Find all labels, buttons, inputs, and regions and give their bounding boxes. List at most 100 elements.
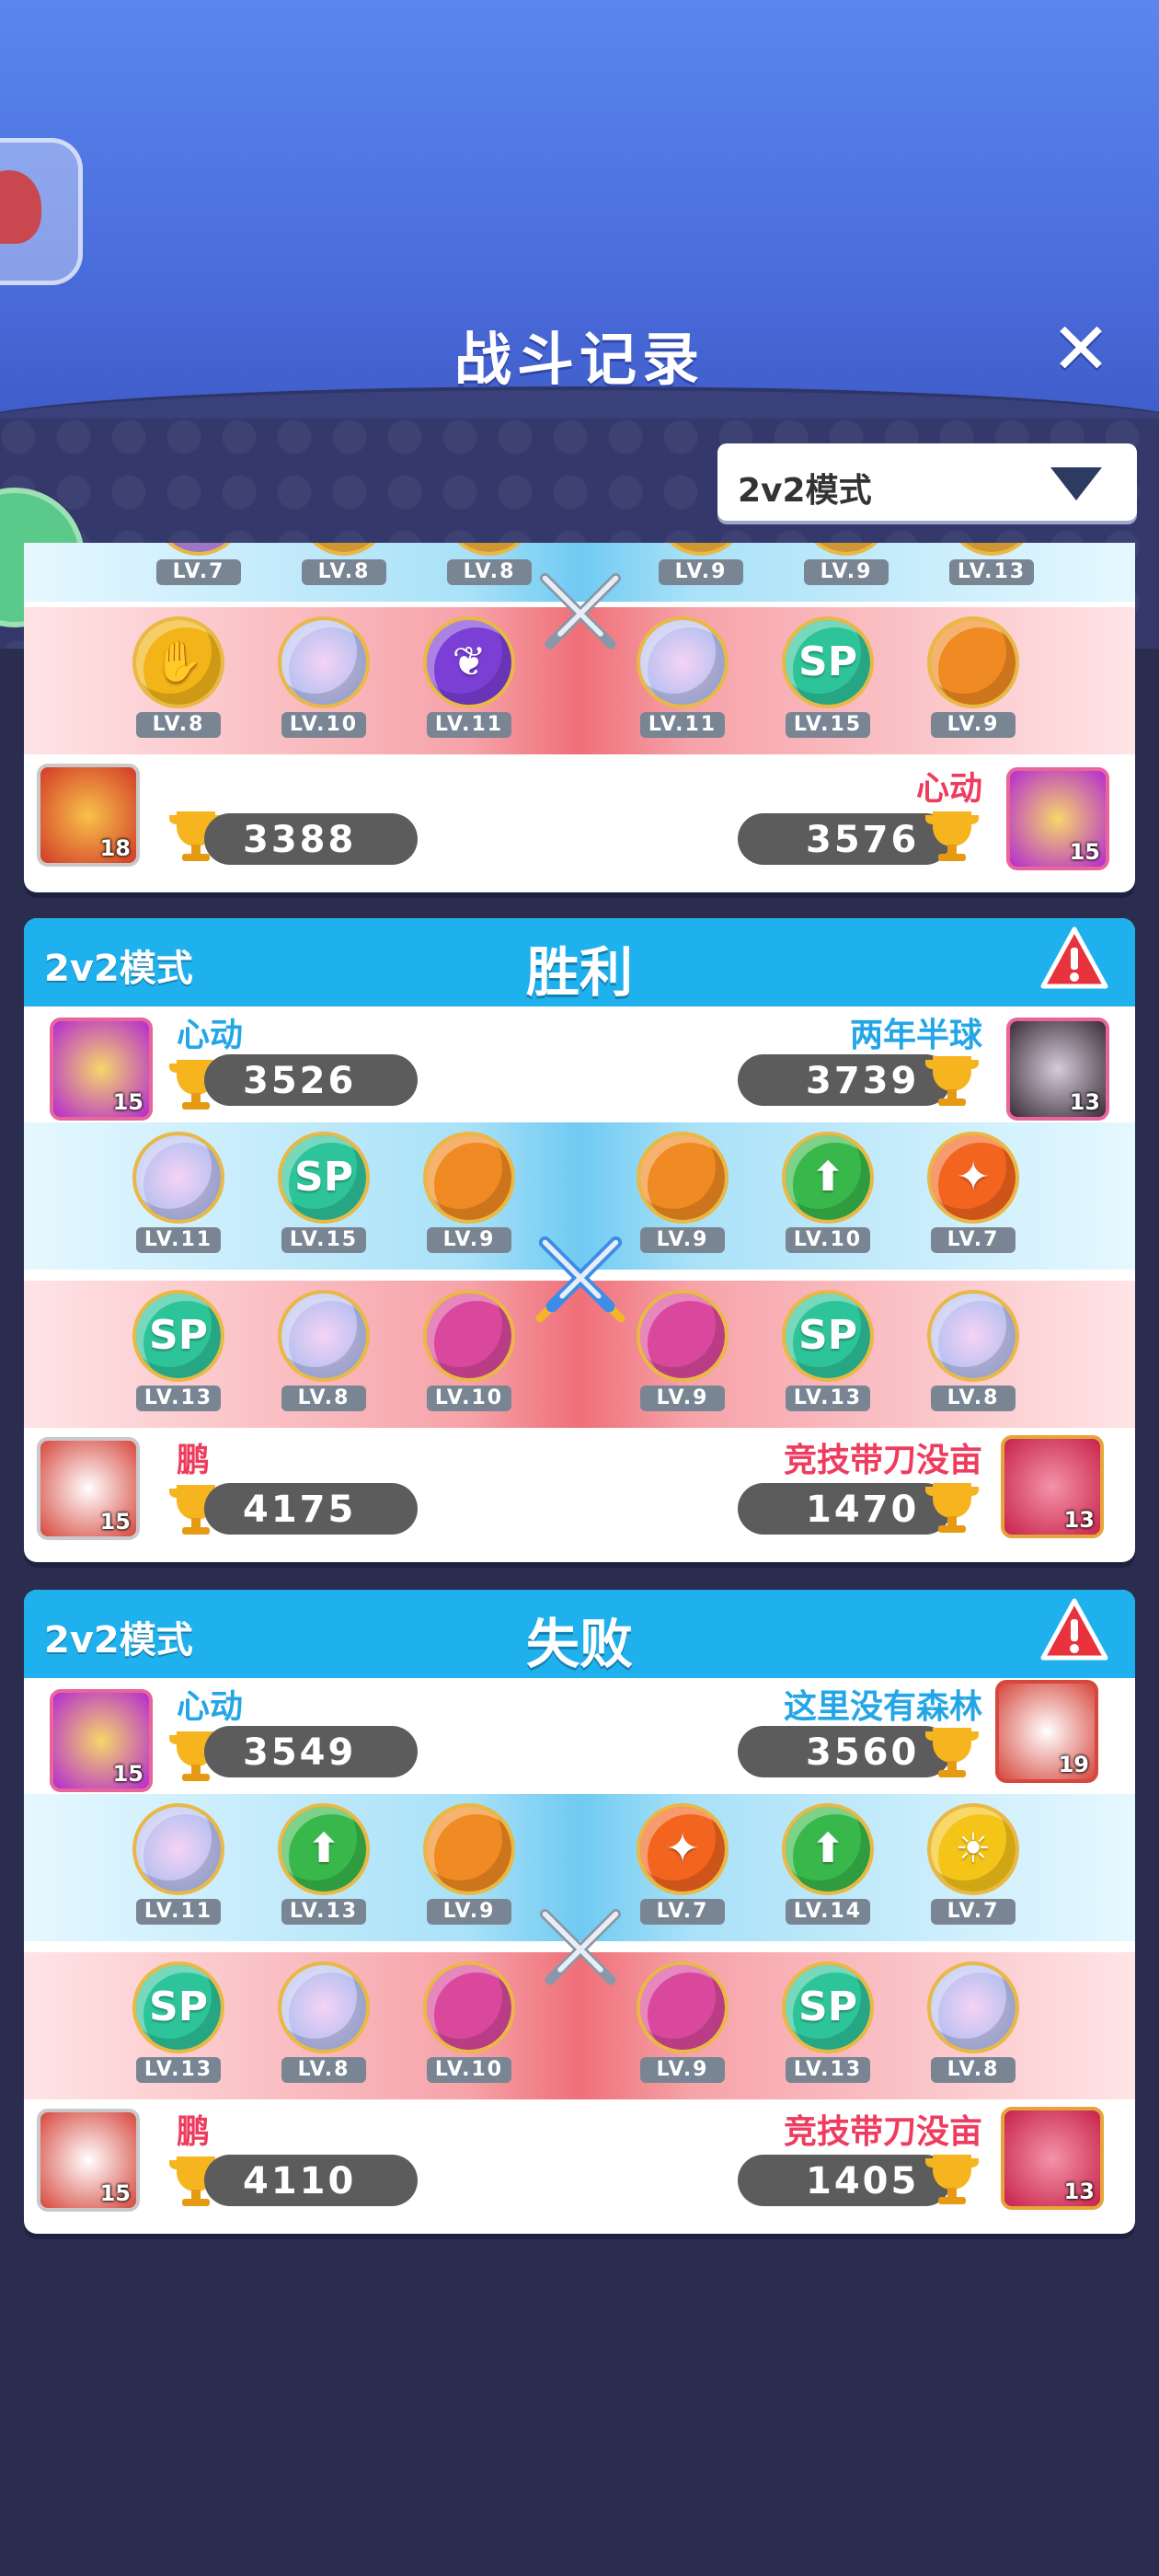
player-avatar[interactable]: 15 [37,2109,140,2212]
pet-slot[interactable]: LV.9 [653,543,749,592]
pet-slot[interactable]: ✦ LV.7 [925,1132,1021,1260]
trophy-score: 4175 [243,1489,357,1531]
player-avatar[interactable]: 13 [1006,1018,1109,1121]
pet-level: LV.11 [640,712,725,738]
pet-level: LV.9 [640,1386,725,1411]
pet-slot[interactable]: LV.11 [131,1803,226,1932]
pet-slot[interactable]: ❦ LV.11 [421,616,517,745]
pet-level: LV.13 [136,1386,221,1411]
pet-slot[interactable]: LV.11 [635,616,730,745]
pet-slot[interactable]: LV.9 [925,616,1021,745]
pet-slot[interactable]: SP LV.15 [780,616,876,745]
pet-slot[interactable]: LV.9 [635,1961,730,2090]
phoenix-pet-icon [927,616,1019,708]
pet-slot[interactable]: LV.9 [421,1132,517,1260]
trophy-score-pill: 4175 [204,1483,418,1535]
mode-dropdown[interactable]: 2v2模式 [717,443,1137,521]
pet-slot[interactable]: SP LV.13 [780,1961,876,2090]
close-button[interactable]: ✕ [1049,314,1113,385]
pet-slot[interactable]: SP LV.15 [276,1132,372,1260]
pet-slot[interactable]: SP LV.13 [780,1290,876,1419]
report-warning-icon[interactable] [1039,926,1109,992]
pet-slot[interactable]: LV.7 [151,543,247,592]
pet-level: LV.7 [156,559,241,585]
card-result-label: 胜利 [525,941,633,1004]
player-avatar[interactable]: 13 [1001,1435,1104,1538]
trophy-score: 3739 [806,1060,920,1102]
top-team-row: 15 心动 3526 两年半球 3739 13 [24,1006,1135,1122]
pet-level: LV.13 [786,2057,870,2083]
pet-slot[interactable]: ✦ LV.7 [635,1803,730,1932]
pet-slot[interactable]: LV.13 [944,543,1039,592]
trophy-score: 1405 [806,2160,920,2202]
pet-slot[interactable]: LV.9 [635,1290,730,1419]
trophy-icon [925,811,979,861]
ghost-pet-icon [132,1803,224,1895]
player-avatar[interactable]: 13 [1001,2107,1104,2210]
sp-pet-icon: SP [782,1961,874,2053]
blade-pet-icon [637,1290,729,1382]
sp-pet-icon: SP [132,1961,224,2053]
player-avatar[interactable]: 15 [50,1689,153,1792]
battle-record-card[interactable]: 2v2模式 胜利 15 心动 3526 两年半球 3739 13 LV.11 S… [24,918,1135,1562]
pet-slot[interactable]: SP LV.13 [131,1290,226,1419]
pet-slot[interactable]: ✋ LV.8 [131,616,226,745]
trophy-score: 3549 [243,1731,357,1774]
trophy-score: 3560 [806,1731,920,1774]
player-avatar[interactable]: 19 [995,1680,1098,1783]
card-result-label: 失败 [525,1613,633,1675]
player-name: 心动 [915,770,982,808]
phoenix-pet-icon [423,1132,515,1224]
pet-orb-icon [298,543,390,556]
crossed-swords-icon [540,1909,621,1985]
pet-slot[interactable]: LV.8 [276,1290,372,1419]
pet-icon [0,170,41,244]
pet-slot[interactable]: LV.9 [635,1132,730,1260]
pet-level: LV.11 [136,1227,221,1253]
report-warning-icon[interactable] [1039,1597,1109,1663]
player-avatar[interactable]: 15 [37,1437,140,1540]
card-header: 2v2模式 胜利 [24,918,1135,1006]
pet-slot[interactable]: SP LV.13 [131,1961,226,2090]
player-avatar[interactable]: 18 [37,764,140,867]
pet-slot[interactable]: LV.9 [798,543,894,592]
pet-slot[interactable]: LV.8 [276,1961,372,2090]
sp-pet-icon: SP [782,616,874,708]
pet-level: LV.9 [804,559,889,585]
pet-slot[interactable]: LV.10 [421,1961,517,2090]
pet-slot[interactable]: ☀ LV.7 [925,1803,1021,1932]
mode-dropdown-value: 2v2模式 [738,472,872,510]
pet-level: LV.10 [281,712,366,738]
trophy-score-pill: 3526 [204,1054,418,1106]
arrow-up-pet-icon: ⬆ [782,1132,874,1224]
side-pet-token[interactable] [0,138,83,285]
pet-slot[interactable]: ⬆ LV.13 [276,1803,372,1932]
player-avatar[interactable]: 15 [50,1018,153,1121]
pet-slot[interactable]: ⬆ LV.14 [780,1803,876,1932]
sun-pet-icon: ☀ [927,1803,1019,1895]
player-name: 竞技带刀没亩 [783,1442,982,1479]
pet-slot[interactable]: LV.8 [925,1961,1021,2090]
pet-level: LV.13 [136,2057,221,2083]
close-icon: ✕ [1050,308,1111,391]
pet-slot[interactable]: LV.9 [421,1803,517,1932]
pet-level: LV.9 [931,712,1016,738]
pet-slot[interactable]: LV.8 [296,543,392,592]
bottom-team-row: 15 鹏 4175 竞技带刀没亩 1470 13 [24,1428,1135,1544]
pet-slot[interactable]: ⬆ LV.10 [780,1132,876,1260]
pet-slot[interactable]: LV.10 [421,1290,517,1419]
pet-slot[interactable]: LV.8 [442,543,537,592]
pet-slot[interactable]: LV.10 [276,616,372,745]
pet-slot[interactable]: LV.11 [131,1132,226,1260]
pet-level: LV.15 [786,712,870,738]
trophy-score-pill: 3560 [738,1726,951,1777]
pet-orb-icon [800,543,892,556]
pet-level: LV.8 [281,2057,366,2083]
ghost-pet-icon [637,616,729,708]
trophy-score: 3526 [243,1060,357,1102]
battle-record-card[interactable]: LV.7 LV.8 LV.8 LV.9 LV.9 LV.13 ✋ LV.8 LV.… [24,543,1135,892]
player-avatar[interactable]: 15 [1006,767,1109,870]
battle-record-card[interactable]: 2v2模式 失败 15 心动 3549 这里没有森林 3560 19 LV.11… [24,1590,1135,2234]
pet-orb-icon [443,543,535,556]
pet-slot[interactable]: LV.8 [925,1290,1021,1419]
